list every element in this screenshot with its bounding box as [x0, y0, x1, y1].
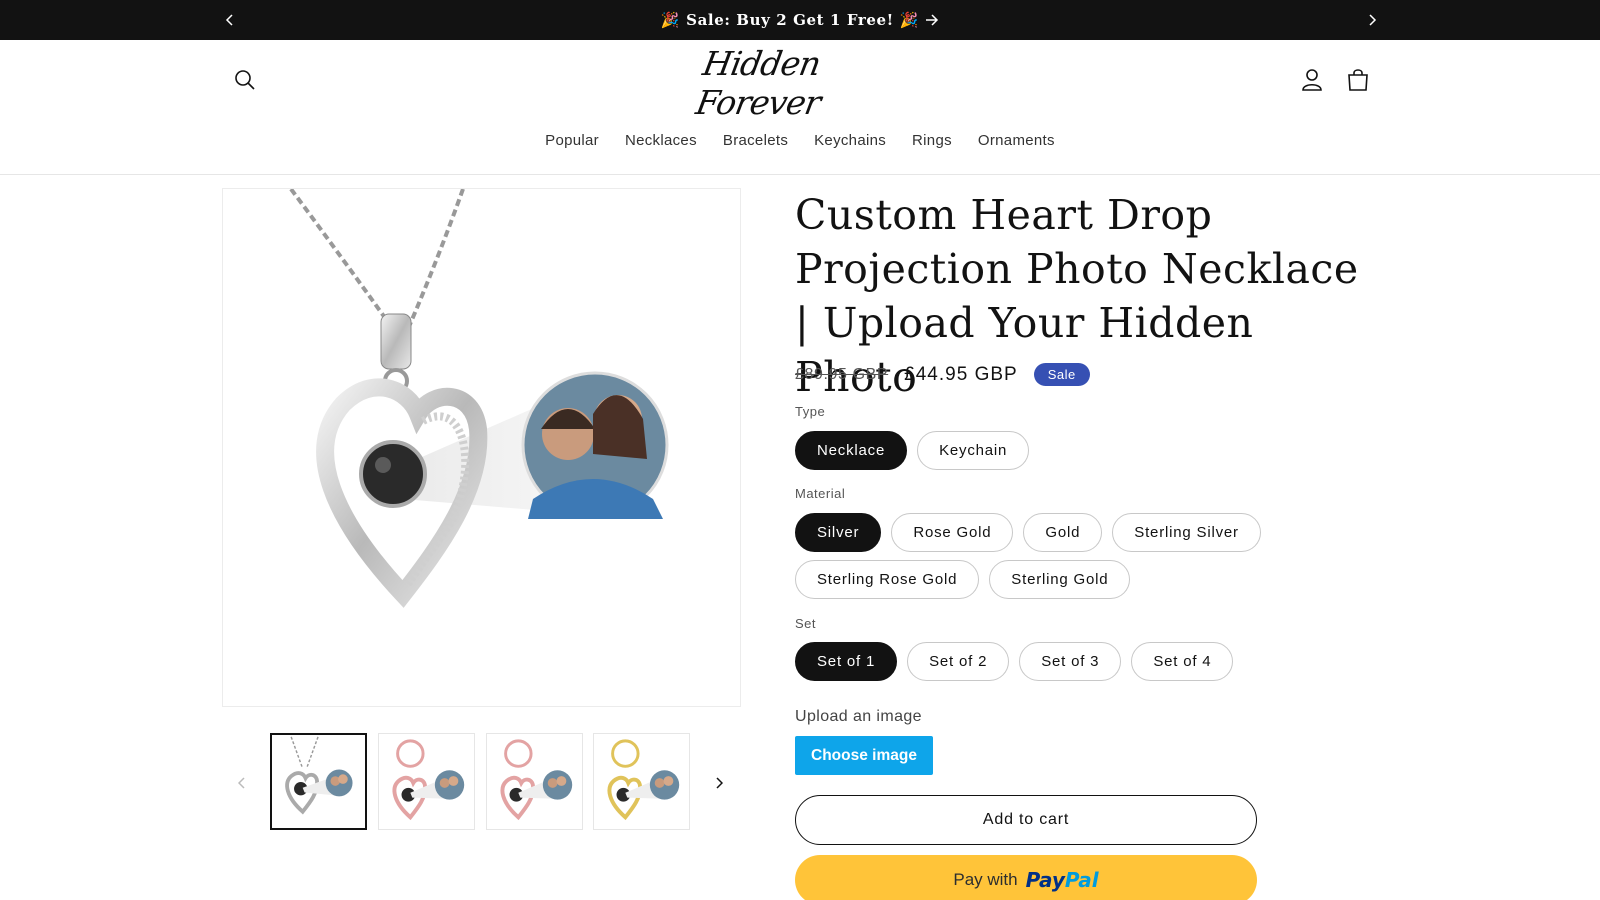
material-options-row1: Silver Rose Gold Gold Sterling Silver — [795, 513, 1261, 552]
material-option-sterling-silver[interactable]: Sterling Silver — [1112, 513, 1261, 552]
type-options: Necklace Keychain — [795, 431, 1030, 470]
set-option-3[interactable]: Set of 3 — [1019, 642, 1122, 681]
type-option-necklace[interactable]: Necklace — [795, 431, 908, 470]
announcement-next-button[interactable] — [1360, 8, 1384, 32]
shopping-bag-icon — [1348, 69, 1368, 91]
material-options-row2: Sterling Rose Gold Sterling Gold — [795, 560, 1131, 599]
paypal-logo-pal: Pal — [1064, 868, 1099, 892]
site-header: Hidden Forever Popular Necklaces Bracele… — [0, 40, 1600, 175]
paypal-logo-pay: Pay — [1025, 868, 1065, 892]
regular-price: £89.95 GBP — [795, 365, 889, 383]
thumbnail-prev-button[interactable] — [230, 768, 254, 798]
thumbnail-image — [392, 739, 465, 821]
announcement-text: Sale: Buy 2 Get 1 Free! — [686, 11, 894, 29]
thumbnail-rose-gold-keychain[interactable] — [378, 733, 475, 830]
upload-label: Upload an image — [795, 708, 922, 725]
thumbnail-image — [607, 739, 680, 821]
add-to-cart-button[interactable]: Add to cart — [795, 795, 1257, 845]
sale-price: £44.95 GBP — [904, 363, 1018, 385]
type-option-keychain[interactable]: Keychain — [917, 431, 1030, 470]
announcement-link[interactable]: 🎉 Sale: Buy 2 Get 1 Free! 🎉 — [661, 11, 939, 29]
material-option-sterling-rose-gold[interactable]: Sterling Rose Gold — [795, 560, 980, 599]
thumbnail-silver[interactable] — [270, 733, 367, 830]
nav-rings[interactable]: Rings — [912, 132, 952, 149]
search-icon — [235, 70, 255, 90]
main-nav: Popular Necklaces Bracelets Keychains Ri… — [0, 132, 1600, 149]
product-main-image[interactable] — [222, 188, 741, 707]
paypal-prefix: Pay with — [953, 870, 1018, 889]
material-label: Material — [795, 486, 846, 501]
chevron-left-icon — [225, 14, 233, 26]
party-emoji-right: 🎉 — [899, 11, 920, 29]
product-info: Custom Heart Drop Projection Photo Neckl… — [795, 188, 1375, 900]
sale-badge: Sale — [1033, 363, 1090, 386]
thumbnail-strip — [222, 733, 741, 833]
material-option-sterling-gold[interactable]: Sterling Gold — [989, 560, 1131, 599]
logo[interactable]: Hidden Forever — [693, 44, 890, 122]
nav-keychains[interactable]: Keychains — [814, 132, 886, 149]
nav-bracelets[interactable]: Bracelets — [723, 132, 788, 149]
announcement-prev-button[interactable] — [218, 8, 242, 32]
set-options: Set of 1 Set of 2 Set of 3 Set of 4 — [795, 642, 1234, 681]
material-option-silver[interactable]: Silver — [795, 513, 882, 552]
nav-ornaments[interactable]: Ornaments — [978, 132, 1055, 149]
user-icon — [1302, 69, 1322, 91]
thumbnail-image — [500, 739, 573, 821]
thumbnail-rose-gold[interactable] — [486, 733, 583, 830]
search-button[interactable] — [230, 65, 260, 95]
set-label: Set — [795, 616, 817, 631]
thumbnail-image — [285, 736, 353, 815]
thumbnail-next-button[interactable] — [707, 768, 731, 798]
arrow-right-icon — [926, 14, 939, 26]
set-option-2[interactable]: Set of 2 — [907, 642, 1010, 681]
material-option-rose-gold[interactable]: Rose Gold — [891, 513, 1014, 552]
nav-necklaces[interactable]: Necklaces — [625, 132, 697, 149]
account-button[interactable] — [1297, 65, 1327, 95]
logo-text: Hidden Forever — [693, 44, 824, 122]
announcement-bar: 🎉 Sale: Buy 2 Get 1 Free! 🎉 — [0, 0, 1600, 40]
party-emoji-left: 🎉 — [660, 11, 681, 29]
heart-necklace-image — [289, 189, 669, 608]
material-option-gold[interactable]: Gold — [1023, 513, 1103, 552]
choose-image-button[interactable]: Choose image — [795, 736, 933, 775]
chevron-right-icon — [1369, 14, 1377, 26]
price-row: £89.95 GBP £44.95 GBP Sale — [795, 363, 1090, 386]
set-option-1[interactable]: Set of 1 — [795, 642, 898, 681]
paypal-button[interactable]: Pay with PayPal — [795, 855, 1257, 900]
set-option-4[interactable]: Set of 4 — [1131, 642, 1234, 681]
thumbnail-gold[interactable] — [593, 733, 690, 830]
nav-popular[interactable]: Popular — [545, 132, 599, 149]
paypal-logo: PayPal — [1026, 868, 1099, 892]
chevron-left-icon — [238, 777, 245, 789]
cart-button[interactable] — [1343, 65, 1373, 95]
chevron-right-icon — [716, 777, 723, 789]
type-label: Type — [795, 404, 826, 419]
